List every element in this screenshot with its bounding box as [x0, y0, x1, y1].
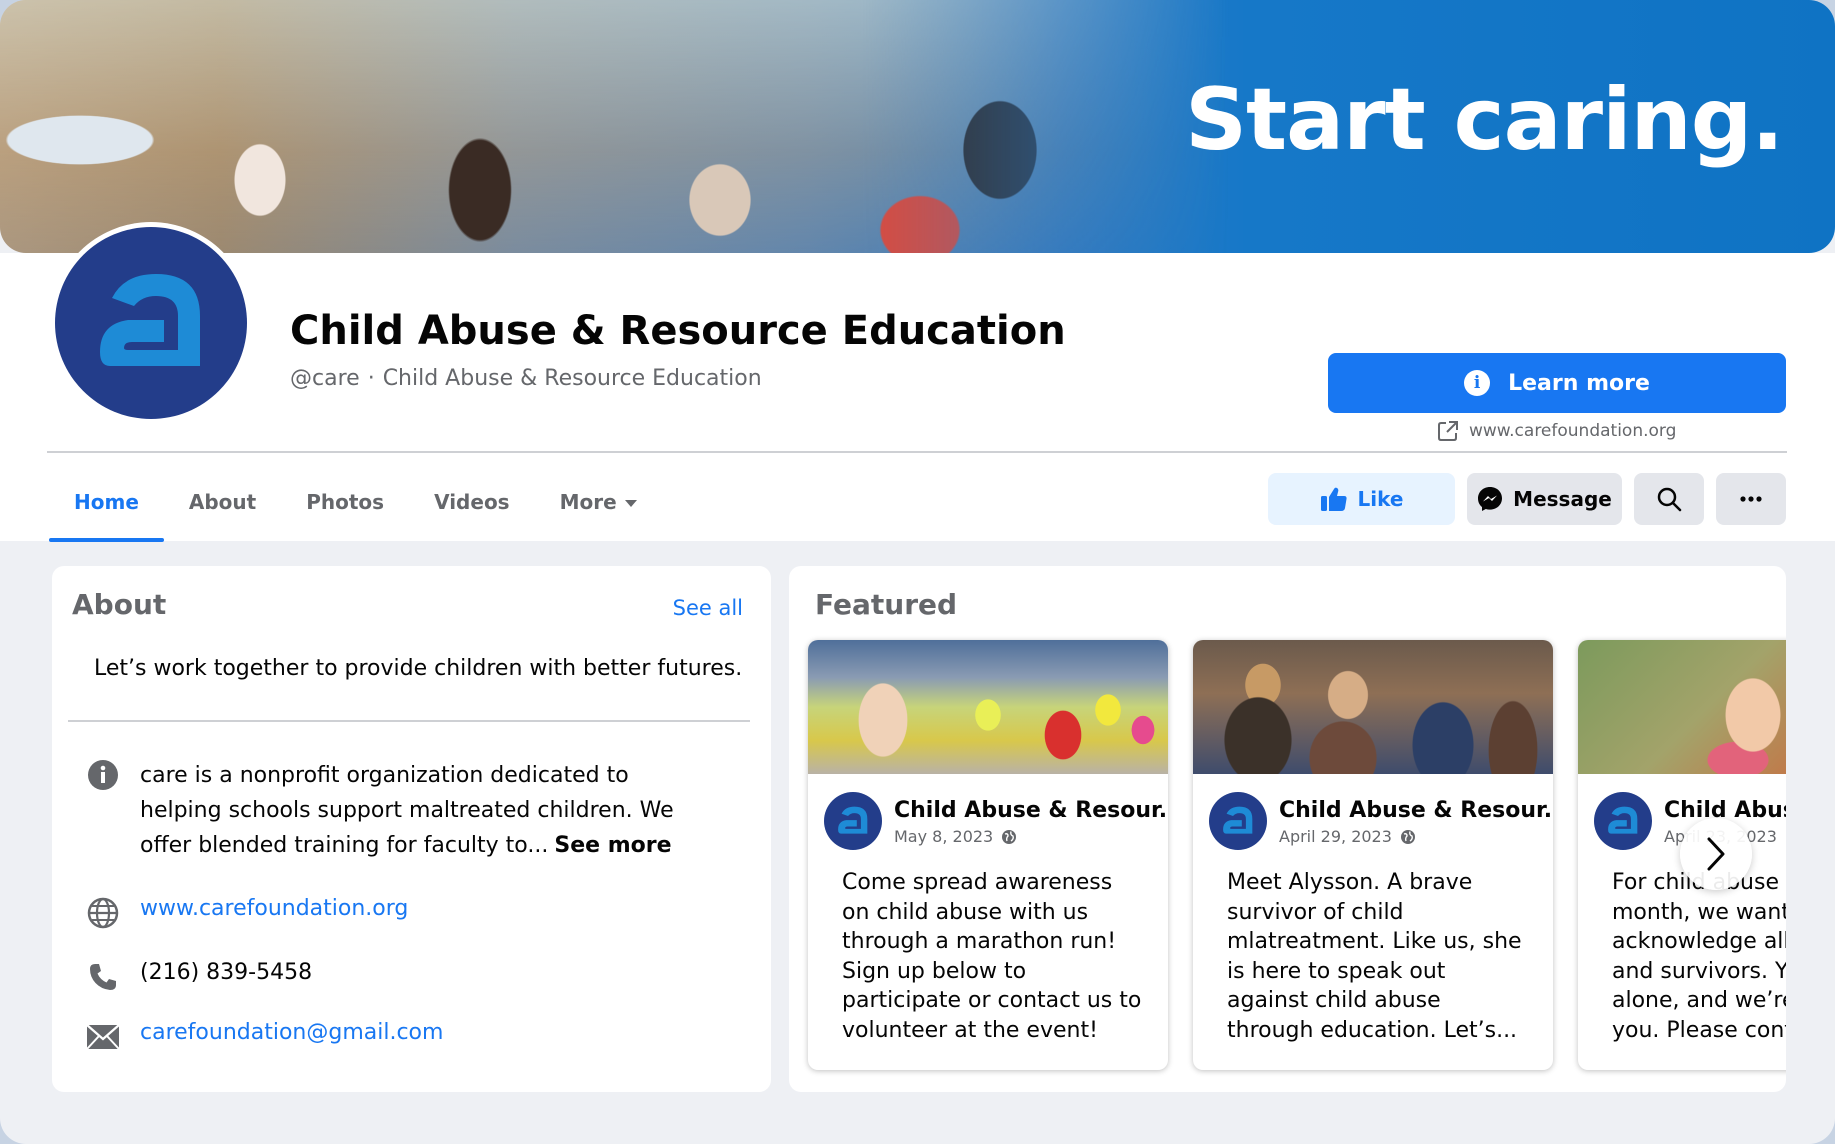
info-icon: i: [1464, 370, 1491, 396]
chevron-right-icon: [1707, 837, 1725, 871]
message-button[interactable]: Message: [1467, 473, 1622, 525]
search-button[interactable]: [1634, 473, 1704, 525]
featured-post[interactable]: Child Abuse & Resour... May 8, 2023 Come…: [808, 640, 1168, 1070]
globe-icon: [1400, 829, 1415, 844]
learn-more-button[interactable]: i Learn more: [1328, 353, 1786, 413]
page-handle: @care: [290, 366, 360, 391]
about-website-link[interactable]: www.carefoundation.org: [140, 896, 408, 921]
about-website-row: www.carefoundation.org: [86, 896, 408, 930]
search-icon: [1657, 487, 1682, 512]
post-date-row: April 29, 2023: [1279, 827, 1553, 846]
about-description: care is a nonprofit organization dedicat…: [140, 758, 700, 863]
about-tagline: Let’s work together to provide children …: [94, 656, 743, 681]
page-actions: Like Message: [1268, 473, 1786, 525]
post-date[interactable]: April 29, 2023: [1279, 827, 1392, 846]
post-text: Come spread awareness on child abuse wit…: [842, 870, 1142, 1043]
post-meta: Child Abuse & Resour... April 29, 2023: [1209, 792, 1553, 850]
cover-photo[interactable]: Start caring.: [0, 0, 1835, 253]
featured-post[interactable]: Child Abuse & Resour... April 29, 2023 M…: [1193, 640, 1553, 1070]
like-label: Like: [1357, 487, 1404, 511]
featured-title: Featured: [815, 588, 958, 621]
external-link-icon: [1438, 421, 1458, 441]
page-category: Child Abuse & Resource Education: [382, 366, 762, 391]
about-phone-row: (216) 839-5458: [86, 960, 312, 994]
globe-icon: [1785, 835, 1786, 838]
care-logo-icon: [1223, 806, 1253, 834]
tab-more[interactable]: More: [535, 470, 662, 542]
about-email-link[interactable]: carefoundation@gmail.com: [140, 1020, 443, 1045]
ellipsis-icon: [1740, 496, 1762, 502]
about-divider: [68, 720, 750, 722]
post-photo-playground: [1578, 640, 1786, 774]
message-label: Message: [1513, 487, 1612, 511]
see-more-link[interactable]: See more: [554, 833, 671, 858]
carousel-next-button[interactable]: [1680, 818, 1752, 890]
separator-dot: ·: [367, 366, 375, 391]
external-website-text: www.carefoundation.org: [1469, 421, 1677, 441]
about-title: About: [72, 588, 167, 621]
care-logo-icon: [100, 274, 200, 366]
profile-avatar[interactable]: [50, 222, 252, 424]
care-logo-icon: [838, 806, 868, 834]
tab-home[interactable]: Home: [49, 470, 164, 542]
about-email-row: carefoundation@gmail.com: [86, 1020, 443, 1054]
see-all-link[interactable]: See all: [673, 596, 743, 620]
post-date[interactable]: May 8, 2023: [894, 827, 993, 846]
about-phone: (216) 839-5458: [140, 960, 313, 985]
page-frame: Start caring. Child Abuse & Resource Edu…: [0, 0, 1835, 1144]
post-photo-marathon: [808, 640, 1168, 774]
tab-more-label: More: [559, 490, 617, 514]
messenger-icon: [1478, 487, 1503, 511]
post-text: For child abuse awareness month, we want…: [1612, 870, 1786, 1043]
post-author-avatar[interactable]: [1594, 792, 1652, 850]
info-icon: [86, 758, 120, 792]
post-author-avatar[interactable]: [824, 792, 882, 850]
featured-card: Featured Child Abuse & Resour... May 8, …: [789, 566, 1786, 1092]
classroom-photo: [0, 0, 1230, 253]
globe-icon: [1002, 829, 1017, 844]
page-title: Child Abuse & Resource Education: [290, 308, 1066, 354]
post-author[interactable]: Child Abuse & Resour...: [1279, 798, 1553, 823]
header-divider: [47, 451, 1787, 453]
tab-about[interactable]: About: [164, 470, 281, 542]
globe-icon: [86, 896, 120, 930]
post-text: Meet Alysson. A brave survivor of child …: [1227, 870, 1522, 1043]
post-author-avatar[interactable]: [1209, 792, 1267, 850]
post-author[interactable]: Child Abuse & Resour...: [894, 798, 1168, 823]
about-card: About See all Let’s work together to pro…: [52, 566, 771, 1092]
about-description-row: care is a nonprofit organization dedicat…: [86, 758, 700, 863]
page-tabs: Home About Photos Videos More: [49, 470, 662, 542]
learn-more-label: Learn more: [1508, 370, 1650, 396]
phone-icon: [86, 960, 120, 994]
caret-down-icon: [624, 500, 637, 507]
care-logo: [55, 227, 247, 419]
post-meta: Child Abuse & Resour... May 8, 2023: [824, 792, 1168, 850]
more-options-button[interactable]: [1716, 473, 1786, 525]
care-logo-icon: [1608, 806, 1638, 834]
envelope-icon: [86, 1020, 120, 1054]
external-website-link[interactable]: www.carefoundation.org: [1437, 420, 1676, 442]
post-photo-panel: [1193, 640, 1553, 774]
thumbs-up-icon: [1320, 487, 1347, 511]
tab-photos[interactable]: Photos: [281, 470, 409, 542]
tab-videos[interactable]: Videos: [409, 470, 535, 542]
page-subtitle: @care · Child Abuse & Resource Education: [290, 366, 762, 391]
post-date-row: May 8, 2023: [894, 827, 1168, 846]
cover-tagline: Start caring.: [1185, 70, 1784, 170]
like-button[interactable]: Like: [1268, 473, 1455, 525]
